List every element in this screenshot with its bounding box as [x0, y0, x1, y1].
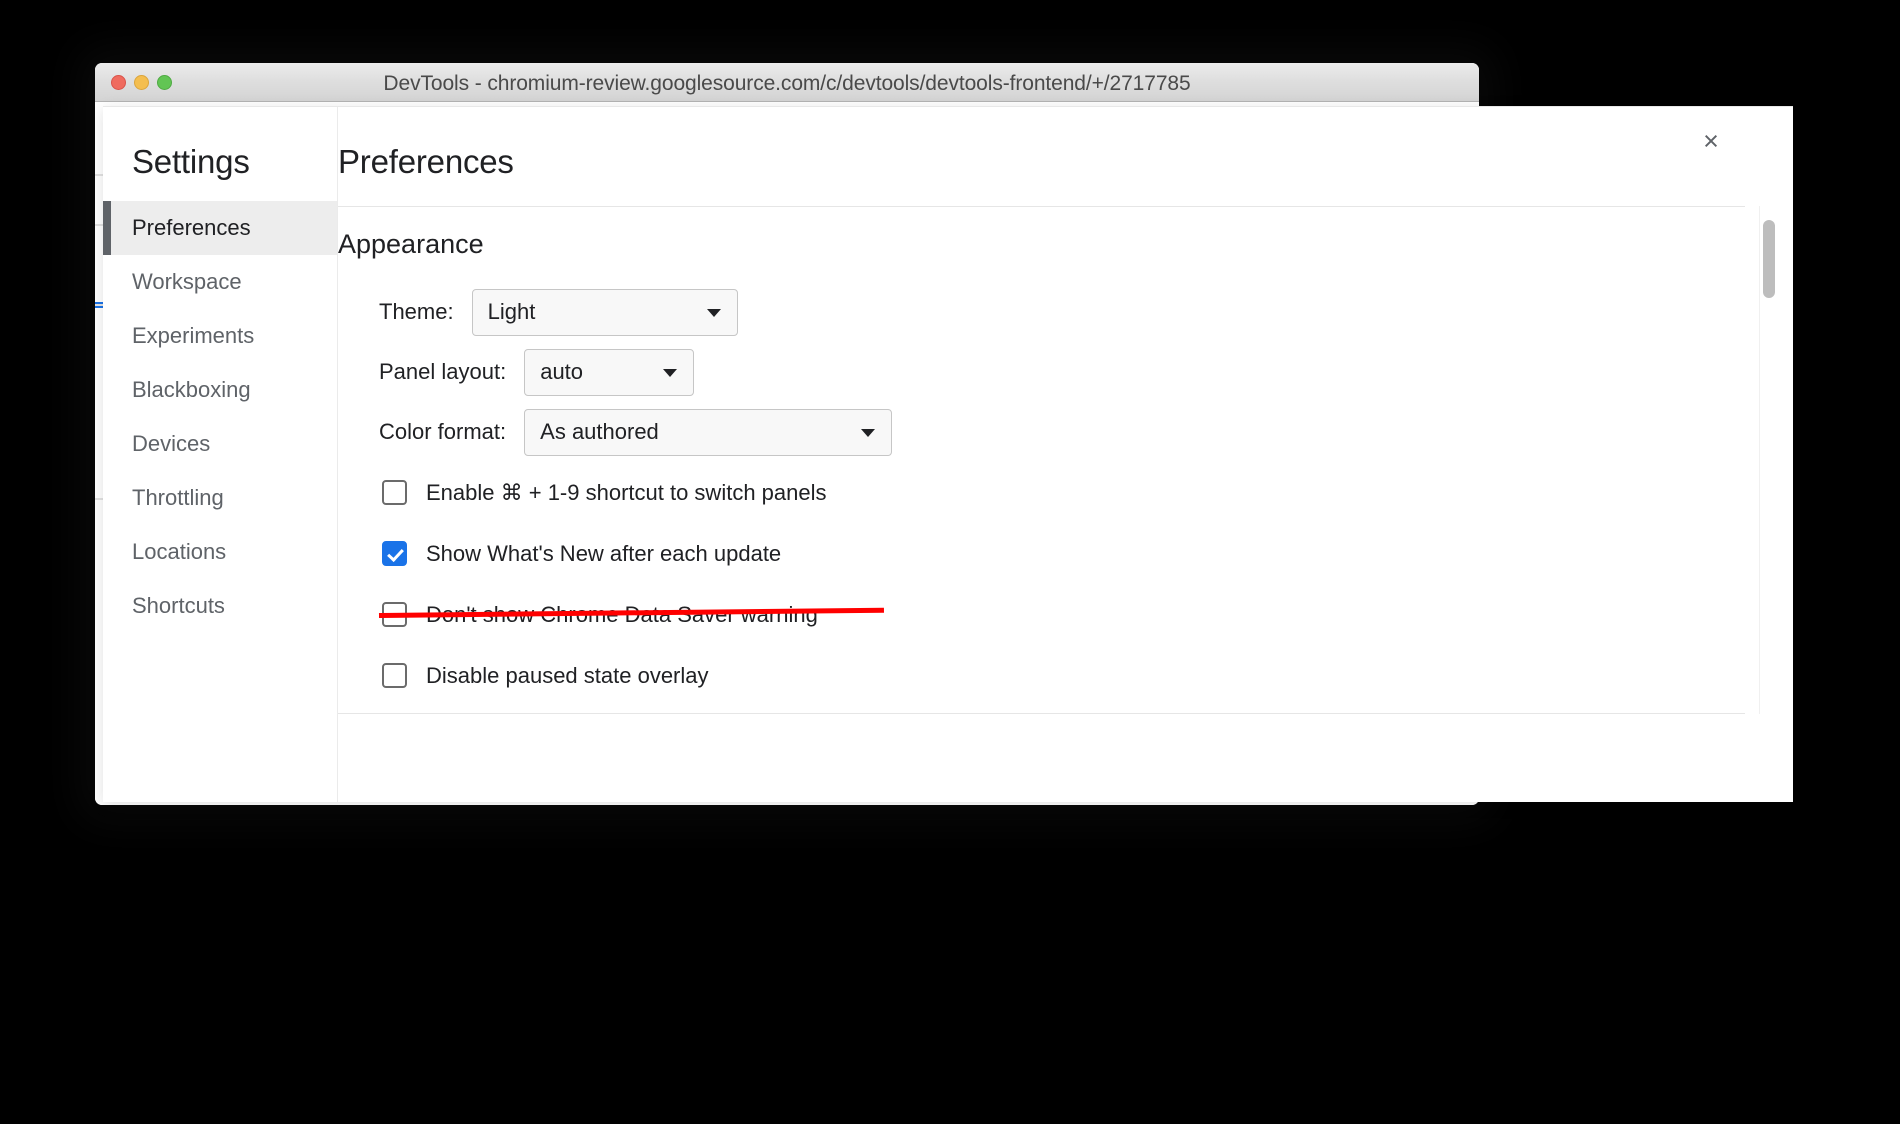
- setting-row-theme: Theme: Light: [338, 282, 1745, 342]
- sidebar-item-label: Locations: [132, 539, 227, 564]
- color-format-label: Color format:: [379, 419, 507, 444]
- window-title: DevTools - chromium-review.googlesource.…: [383, 72, 1191, 95]
- chevron-down-icon: [706, 309, 721, 317]
- sidebar-item-shortcuts[interactable]: Shortcuts: [103, 579, 337, 633]
- chevron-down-icon: [663, 369, 678, 377]
- sidebar-item-throttling[interactable]: Throttling: [103, 471, 337, 525]
- section-heading-appearance: Appearance: [338, 229, 484, 259]
- content-scrollbar[interactable]: [1759, 206, 1777, 714]
- color-format-select[interactable]: As authored: [524, 408, 893, 456]
- theme-select-value: Light: [487, 299, 536, 324]
- sidebar-item-preferences[interactable]: Preferences: [103, 201, 337, 255]
- checkbox-row-paused-state-overlay[interactable]: Disable paused state overlay: [338, 645, 1745, 706]
- sidebar-item-label: Throttling: [132, 485, 224, 510]
- color-format-select-value: As authored: [540, 419, 659, 444]
- window-titlebar[interactable]: DevTools - chromium-review.googlesource.…: [95, 63, 1479, 102]
- scrollbar-thumb[interactable]: [1763, 220, 1775, 298]
- paused-state-overlay-checkbox[interactable]: [382, 663, 407, 688]
- panel-layout-select-value: auto: [540, 359, 584, 384]
- settings-dialog: × Settings Preferences Workspace Experim…: [103, 106, 1793, 802]
- theme-label: Theme:: [379, 299, 454, 324]
- shortcut-panels-checkbox[interactable]: [382, 480, 407, 505]
- checkbox-row-data-saver-warning[interactable]: Don't show Chrome Data Saver warning: [338, 584, 1745, 645]
- sidebar-item-label: Preferences: [132, 215, 251, 240]
- setting-row-panel-layout: Panel layout: auto: [338, 342, 1745, 402]
- sidebar-item-label: Blackboxing: [132, 377, 251, 402]
- shortcut-panels-label: Enable ⌘ + 1-9 shortcut to switch panels: [426, 479, 827, 505]
- chevron-down-icon: [861, 429, 876, 437]
- preferences-scroll-area: Appearance Theme: Light Panel layout: au…: [338, 206, 1745, 714]
- sidebar-item-label: Workspace: [132, 269, 242, 294]
- screen: DevTools - chromium-review.googlesource.…: [0, 0, 1900, 1124]
- whats-new-label: Show What's New after each update: [426, 540, 782, 566]
- paused-state-overlay-label: Disable paused state overlay: [426, 662, 709, 688]
- sidebar-item-label: Experiments: [132, 323, 255, 348]
- sidebar-item-label: Devices: [132, 431, 211, 456]
- whats-new-checkbox[interactable]: [382, 541, 407, 566]
- checkbox-row-shortcut-panels[interactable]: Enable ⌘ + 1-9 shortcut to switch panels: [338, 462, 1745, 523]
- sidebar-item-blackboxing[interactable]: Blackboxing: [103, 363, 337, 417]
- sidebar-item-workspace[interactable]: Workspace: [103, 255, 337, 309]
- data-saver-warning-label: Don't show Chrome Data Saver warning: [426, 601, 818, 627]
- setting-row-color-format: Color format: As authored: [338, 402, 1745, 462]
- sidebar-item-devices[interactable]: Devices: [103, 417, 337, 471]
- sidebar-item-locations[interactable]: Locations: [103, 525, 337, 579]
- page-title: Preferences: [338, 143, 514, 180]
- panel-layout-label: Panel layout:: [379, 359, 507, 384]
- sidebar-item-label: Shortcuts: [132, 593, 225, 618]
- settings-sidebar: Settings Preferences Workspace Experimen…: [103, 107, 338, 802]
- panel-layout-select[interactable]: auto: [524, 348, 695, 396]
- sidebar-title: Settings: [132, 143, 250, 180]
- checkbox-row-whats-new[interactable]: Show What's New after each update: [338, 523, 1745, 584]
- theme-select[interactable]: Light: [471, 288, 738, 336]
- sidebar-item-experiments[interactable]: Experiments: [103, 309, 337, 363]
- data-saver-warning-checkbox[interactable]: [382, 602, 407, 627]
- settings-content: Preferences Appearance Theme: Light Pane…: [338, 107, 1793, 802]
